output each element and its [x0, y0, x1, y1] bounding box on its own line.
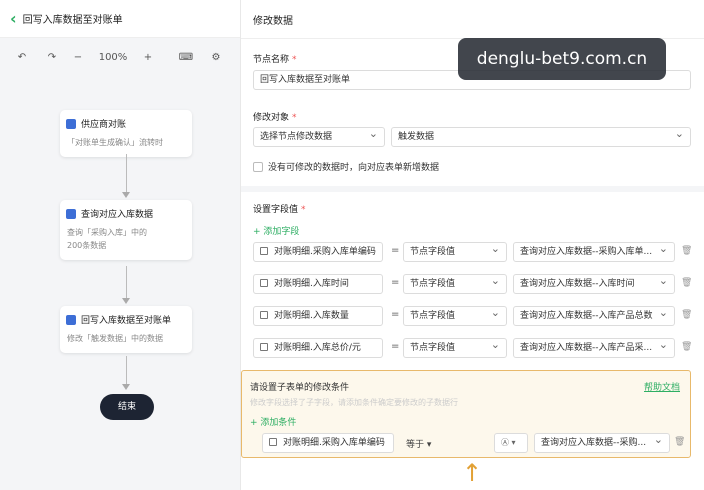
operator-select[interactable]: 等于 ▾: [406, 437, 431, 450]
undo-icon[interactable]: ↶: [0, 52, 44, 63]
connector: [126, 266, 127, 300]
field-icon: [269, 438, 277, 446]
flow-canvas[interactable]: 供应商对账 「对账单生成确认」流转时 查询对应入库数据 查询「采购入库」中的20…: [0, 74, 240, 490]
equals-sign: =: [391, 277, 400, 288]
field-icon: [260, 311, 268, 319]
add-condition-button[interactable]: + 添加条件: [250, 415, 296, 428]
header-bar: ‹ 回写入库数据至对账单: [0, 0, 240, 38]
settings-icon[interactable]: ⚙: [206, 52, 226, 63]
canvas-toolbar: ↶ ↷ − 100% + ⌨ ⚙: [0, 42, 240, 72]
value-type-select[interactable]: 节点字段值: [403, 338, 507, 358]
condition-title: 请设置子表单的修改条件: [250, 383, 350, 393]
flow-node-update[interactable]: 回写入库数据至对账单 修改「触发数据」中的数据: [60, 306, 192, 353]
node-name-label: 节点名称 *: [253, 55, 297, 65]
checkbox-label: 没有可修改的数据时，向对应表单新增数据: [268, 163, 440, 173]
field-icon: [260, 279, 268, 287]
value-type-icon[interactable]: Ⓐ ▾: [494, 433, 528, 453]
watermark: denglu-bet9.com.cn: [458, 38, 666, 80]
add-if-empty-checkbox[interactable]: 没有可修改的数据时，向对应表单新增数据: [253, 160, 439, 173]
up-arrow-icon: ↑: [462, 459, 483, 487]
field-icon: [260, 343, 268, 351]
value-type-select[interactable]: 节点字段值: [403, 242, 507, 262]
add-field-button[interactable]: + 添加字段: [253, 224, 299, 237]
delete-icon[interactable]: 🗑: [681, 278, 692, 288]
node-icon: [66, 208, 76, 219]
flow-panel: ‹ 回写入库数据至对账单 ↶ ↷ − 100% + ⌨ ⚙ 供应商对账 「对账单…: [0, 0, 240, 490]
delete-icon[interactable]: 🗑: [681, 246, 692, 256]
node-icon: [66, 314, 76, 325]
back-icon[interactable]: ‹: [10, 10, 17, 27]
panel-title: 修改数据: [253, 16, 293, 27]
zoom-level: 100%: [98, 51, 128, 63]
connector-arrow: [122, 298, 130, 304]
equals-sign: =: [391, 341, 400, 352]
value-select[interactable]: 查询对应入库数据--入库时间: [513, 274, 675, 294]
equals-sign: =: [391, 245, 400, 256]
zoom-out-button[interactable]: −: [60, 52, 96, 63]
node-desc: 修改「触发数据」中的数据: [67, 334, 163, 343]
field-select[interactable]: 对账明细.采购入库单编码: [253, 242, 383, 262]
target-data-select[interactable]: 触发数据: [391, 127, 691, 147]
value-select[interactable]: 查询对应入库数据--采购入库单...: [513, 242, 675, 262]
checkbox-box[interactable]: [253, 161, 263, 172]
modify-target-label: 修改对象 *: [253, 113, 297, 123]
node-desc: 「对账单生成确认」流转时: [67, 138, 163, 147]
set-fields-label: 设置字段值 *: [253, 205, 306, 215]
subform-condition-box: 请设置子表单的修改条件 帮助文档 修改字段选择了子字段，请添加条件确定要修改的子…: [241, 370, 691, 458]
value-select[interactable]: 查询对应入库数据--入库产品采...: [513, 338, 675, 358]
flow-node-trigger[interactable]: 供应商对账 「对账单生成确认」流转时: [60, 110, 192, 157]
help-doc-link[interactable]: 帮助文档: [644, 380, 680, 393]
connector: [126, 356, 127, 386]
node-title: 回写入库数据至对账单: [81, 316, 172, 326]
node-desc: 查询「采购入库」中的200条数据: [67, 228, 147, 250]
node-icon: [66, 118, 76, 129]
connector-arrow: [122, 384, 130, 390]
target-node-select[interactable]: 选择节点修改数据: [253, 127, 385, 147]
field-select[interactable]: 对账明细.入库数量: [253, 306, 383, 326]
condition-field-select[interactable]: 对账明细.采购入库单编码: [262, 433, 394, 453]
value-type-select[interactable]: 节点字段值: [403, 306, 507, 326]
field-select[interactable]: 对账明细.入库总价/元: [253, 338, 383, 358]
field-icon: [260, 247, 268, 255]
condition-hint: 修改字段选择了子字段，请添加条件确定要修改的子数据行: [250, 398, 458, 407]
connector: [126, 154, 127, 194]
node-title: 查询对应入库数据: [81, 210, 154, 220]
value-type-select[interactable]: 节点字段值: [403, 274, 507, 294]
connector-arrow: [122, 192, 130, 198]
end-node[interactable]: 结束: [100, 394, 154, 420]
keyboard-icon[interactable]: ⌨: [166, 52, 206, 63]
zoom-in-button[interactable]: +: [130, 52, 166, 63]
value-select[interactable]: 查询对应入库数据--入库产品总数: [513, 306, 675, 326]
page-title: 回写入库数据至对账单: [22, 15, 123, 26]
flow-node-query[interactable]: 查询对应入库数据 查询「采购入库」中的200条数据: [60, 200, 192, 260]
field-select[interactable]: 对账明细.入库时间: [253, 274, 383, 294]
condition-value-select[interactable]: 查询对应入库数据--采购...: [534, 433, 670, 453]
equals-sign: =: [391, 309, 400, 320]
section-separator: [241, 186, 704, 192]
delete-icon[interactable]: 🗑: [681, 310, 692, 320]
redo-icon[interactable]: ↷: [44, 52, 60, 63]
delete-icon[interactable]: 🗑: [681, 342, 692, 352]
delete-icon[interactable]: 🗑: [674, 437, 685, 447]
node-title: 供应商对账: [81, 120, 127, 130]
